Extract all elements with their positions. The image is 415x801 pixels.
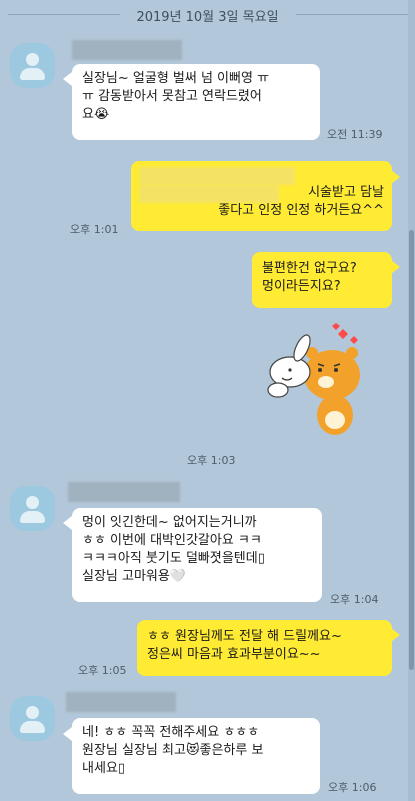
lion-sticker[interactable] (260, 320, 370, 440)
message-bubble-outgoing[interactable]: ㅎㅎ 원장님께도 전달 해 드릴께요~ 정은씨 마음과 효과부분이요~~ (137, 620, 392, 676)
message-bubble-outgoing[interactable]: 시술받고 담날 좋다고 인정 인정 하거든요^^ (131, 161, 392, 231)
sender-avatar[interactable] (10, 43, 55, 88)
message-text: 시술받고 담날 좋다고 인정 인정 하거든요^^ (218, 185, 384, 218)
message-time: 오후 1:06 (328, 781, 377, 794)
person-silhouette-icon (26, 496, 39, 509)
scrollbar-thumb[interactable] (409, 230, 414, 670)
message-bubble-incoming[interactable]: 네! ㅎㅎ 꼭꼭 전해주세요 ㅎㅎㅎ 원장님 실장님 최고😻좋은하루 보 내세요… (72, 718, 320, 794)
message-time: 오후 1:03 (187, 454, 236, 467)
message-time: 오후 1:01 (70, 223, 119, 236)
person-silhouette-icon (26, 706, 39, 719)
message-time: 오후 1:05 (78, 664, 127, 677)
person-silhouette-icon (26, 53, 39, 66)
message-time: 오전 11:39 (327, 128, 383, 141)
sender-avatar[interactable] (10, 486, 55, 531)
sticker-image (267, 323, 360, 435)
sender-name-redacted (66, 692, 176, 712)
sender-name-redacted (68, 482, 180, 502)
date-header: 2019년 10월 3일 목요일 (136, 10, 279, 25)
message-bubble-incoming[interactable]: 멍이 잇긴한데~ 없어지는거니까 ㅎㅎ 이번에 대박인갓갈아요 ㅋㅋ ㅋㅋㅋ아직… (72, 508, 322, 602)
message-bubble-incoming[interactable]: 실장님~ 얼굴형 벌써 넘 이뻐영 ㅠ ㅠ 감동받아서 못참고 연락드렸어 요😭 (72, 64, 320, 140)
message-bubble-outgoing[interactable]: 불편한건 없구요? 멍이라든지요? (252, 252, 392, 308)
sender-avatar[interactable] (10, 696, 55, 741)
message-time: 오후 1:04 (330, 593, 379, 606)
date-divider: 2019년 10월 3일 목요일 (0, 4, 415, 25)
sender-name-redacted (72, 40, 182, 60)
